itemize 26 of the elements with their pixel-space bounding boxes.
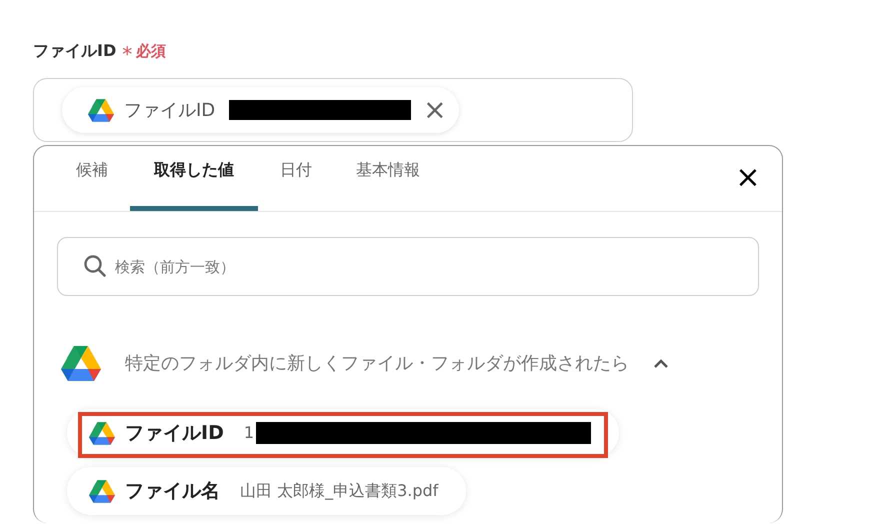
value-item[interactable]: ファイルID 1 — [67, 409, 620, 457]
item-name: ファイルID — [125, 420, 224, 446]
item-value: 1 — [244, 422, 254, 444]
search-field[interactable]: 検索（前方一致） — [57, 237, 759, 296]
item-name: ファイル名 — [125, 478, 220, 504]
tab[interactable]: 基本情報 — [334, 146, 442, 211]
drive-icon — [89, 480, 115, 502]
required-label: 必須 — [136, 40, 166, 62]
value-item[interactable]: ファイル名 山田 太郎様_申込書類3.pdf — [67, 467, 466, 515]
tab[interactable]: 日付 — [258, 146, 334, 211]
chip-label: ファイルID — [124, 98, 216, 122]
close-button[interactable]: × — [734, 164, 762, 192]
field-label: ファイルID — [33, 40, 116, 62]
collapse-icon[interactable] — [653, 358, 669, 368]
drive-icon — [89, 422, 115, 444]
group-title: 特定のフォルダ内に新しくファイル・フォルダが作成されたら — [125, 352, 629, 376]
tab[interactable]: 候補 — [54, 146, 130, 211]
required-asterisk: * — [122, 41, 132, 62]
drive-icon — [61, 346, 101, 381]
remove-button[interactable]: × — [423, 96, 447, 124]
item-value: 山田 太郎様_申込書類3.pdf — [240, 480, 438, 502]
input-field[interactable]: ファイルID × — [33, 78, 633, 142]
value-chip[interactable]: ファイルID × — [62, 87, 459, 133]
tab[interactable]: 取得した値 — [130, 146, 258, 211]
drive-icon — [88, 98, 114, 122]
search-icon — [83, 254, 107, 278]
